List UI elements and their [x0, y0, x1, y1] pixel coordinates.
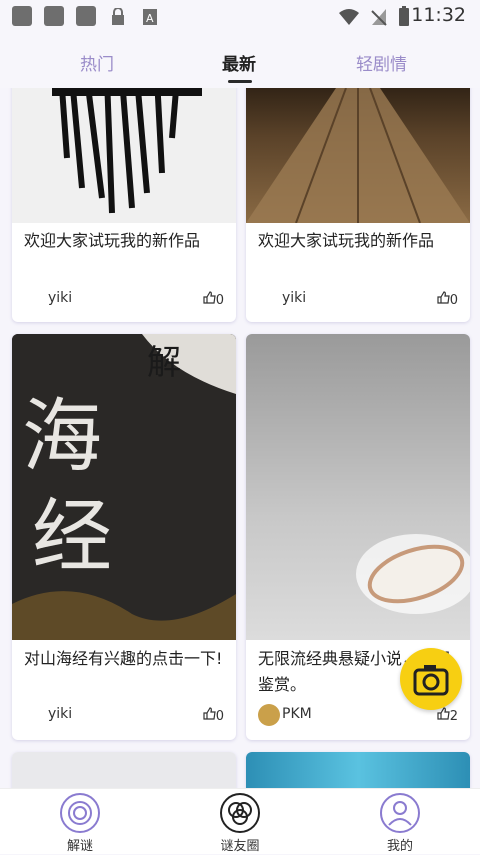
post-image: 海 经 解	[12, 334, 236, 640]
lock-icon	[112, 8, 124, 25]
post-card[interactable]: 海 经 解 对山海经有兴趣的点击一下! yiki 0	[12, 334, 236, 740]
nav-label: 我的	[386, 839, 413, 854]
notification-icon	[76, 6, 96, 26]
post-image	[12, 88, 236, 223]
notification-icon	[44, 6, 64, 26]
like-count[interactable]: 0	[203, 707, 224, 724]
thumbs-up-icon	[437, 291, 450, 304]
camera-icon	[413, 665, 449, 696]
post-author: yiki	[282, 290, 307, 306]
notification-icon	[12, 6, 32, 26]
post-image	[12, 752, 236, 788]
tab-latest[interactable]: 最新	[222, 50, 256, 75]
thumbs-up-icon	[203, 707, 216, 720]
post-image	[246, 334, 470, 640]
post-card[interactable]	[246, 752, 470, 788]
post-card[interactable]	[12, 752, 236, 788]
post-author: yiki	[48, 706, 73, 722]
user-icon	[380, 793, 420, 833]
post-card[interactable]: 欢迎大家试玩我的新作品 yiki 0	[246, 88, 470, 322]
post-image	[246, 88, 470, 224]
svg-text:经: 经	[32, 490, 112, 583]
active-tab-indicator	[228, 80, 252, 83]
post-title: 欢迎大家试玩我的新作品	[258, 231, 435, 250]
text-icon: A	[143, 9, 157, 25]
no-signal-icon	[371, 9, 387, 26]
clock: 11:32	[411, 4, 466, 26]
thumbs-up-icon	[203, 291, 216, 304]
nav-profile[interactable]: 我的	[340, 789, 460, 855]
battery-icon	[399, 6, 409, 26]
status-bar: A 11:32	[0, 0, 480, 34]
circles-icon	[220, 793, 260, 833]
wifi-icon	[339, 9, 359, 25]
svg-text:海: 海	[22, 390, 102, 483]
nav-puzzle[interactable]: 解谜	[20, 789, 140, 855]
post-title: 对山海经有兴趣的点击一下!	[24, 649, 223, 668]
svg-text:A: A	[146, 12, 154, 25]
tab-hot[interactable]: 热门	[80, 50, 114, 75]
svg-text:解: 解	[147, 343, 181, 383]
like-count[interactable]: 0	[437, 291, 458, 308]
avatar	[258, 704, 280, 726]
nav-label: 解谜	[66, 839, 93, 854]
post-author: yiki	[48, 290, 73, 306]
camera-button[interactable]	[400, 648, 462, 710]
post-author: PKM	[282, 706, 312, 722]
fingerprint-icon	[60, 793, 100, 833]
tab-light-story[interactable]: 轻剧情	[356, 50, 407, 75]
like-count[interactable]: 0	[203, 291, 224, 308]
post-card[interactable]: 欢迎大家试玩我的新作品 yiki 0	[12, 88, 236, 322]
nav-label: 谜友圈	[220, 839, 260, 854]
post-image	[246, 752, 470, 788]
bottom-navigation: 解谜 谜友圈 我的	[0, 788, 480, 854]
post-title: 欢迎大家试玩我的新作品	[24, 231, 201, 250]
nav-community[interactable]: 谜友圈	[180, 789, 300, 855]
